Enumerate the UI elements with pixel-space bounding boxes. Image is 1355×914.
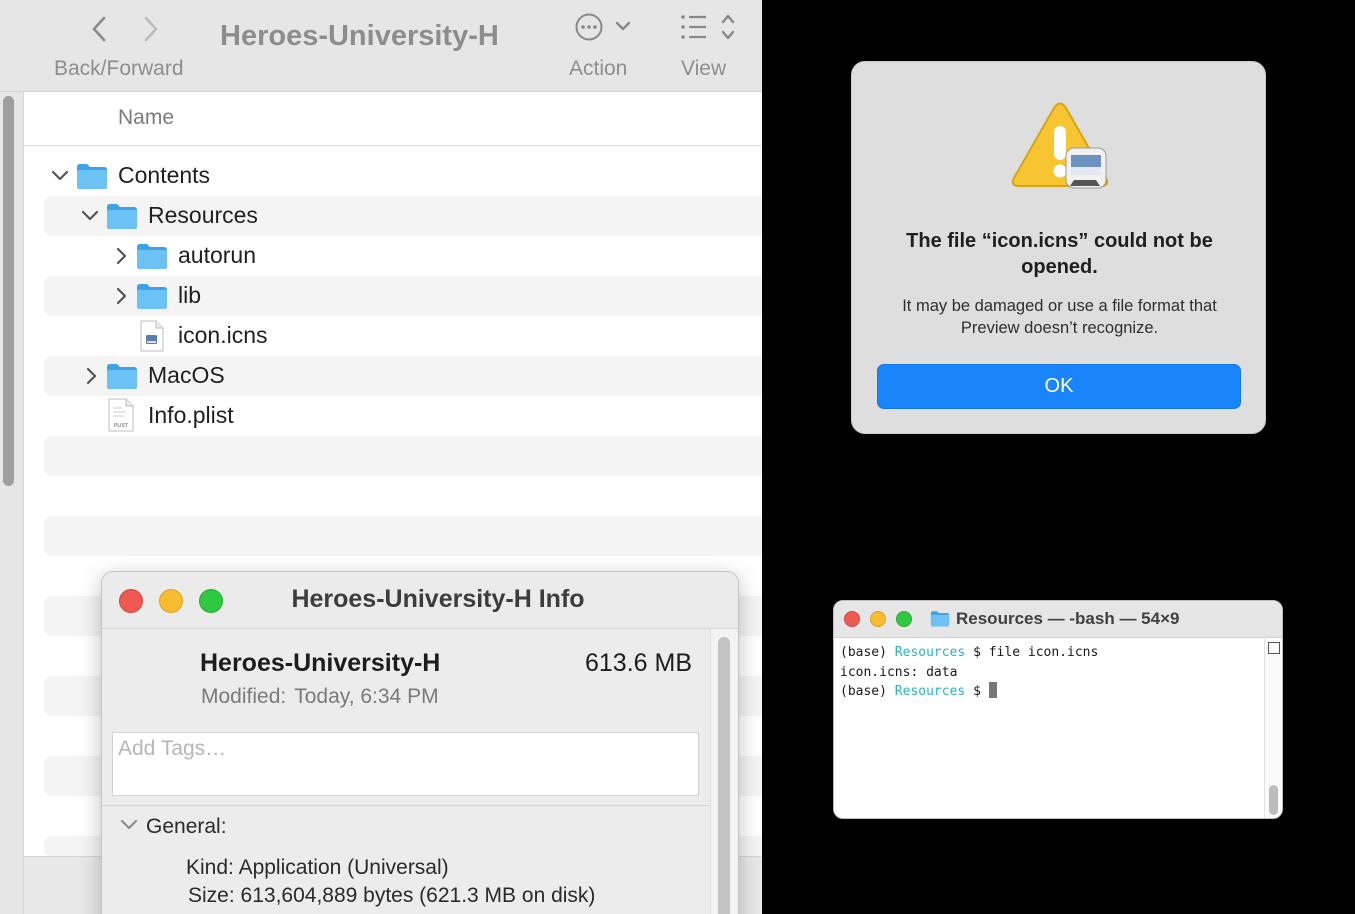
folder-icon bbox=[930, 611, 950, 627]
name-column-label: Name bbox=[118, 106, 175, 129]
ok-button[interactable]: OK bbox=[877, 364, 1241, 409]
general-section-toggle[interactable]: General: bbox=[146, 815, 227, 839]
finder-toolbar: Back/Forward Heroes-University-H Action … bbox=[0, 0, 762, 92]
prompt-dir: Resources bbox=[894, 684, 966, 699]
info-scrollbar[interactable] bbox=[710, 629, 738, 914]
tags-input[interactable]: Add Tags… bbox=[112, 732, 699, 796]
file-list: Contents Resources autorun lib icon.icns bbox=[24, 156, 762, 436]
kind-row: Kind: Application (Universal) bbox=[186, 856, 449, 880]
prompt-prefix: (base) bbox=[840, 645, 895, 660]
window-title: Heroes-University-H bbox=[220, 20, 499, 52]
list-item-resources[interactable]: Resources bbox=[24, 196, 762, 236]
zoom-button[interactable] bbox=[896, 611, 912, 627]
folder-icon bbox=[107, 204, 137, 229]
plist-badge: PLIST bbox=[114, 423, 128, 429]
terminal-output[interactable]: (base) Resources $ file icon.icns icon.i… bbox=[840, 643, 1098, 702]
terminal-title-text: Resources — -bash — 54×9 bbox=[956, 609, 1180, 628]
prompt-command: $ bbox=[965, 684, 989, 699]
list-item-macos[interactable]: MacOS bbox=[24, 356, 762, 396]
view-label: View bbox=[681, 57, 727, 80]
item-name: autorun bbox=[178, 242, 257, 268]
info-item-name: Heroes-University-H bbox=[200, 649, 441, 677]
chevron-down-icon[interactable] bbox=[120, 816, 138, 834]
scrollbar-thumb[interactable] bbox=[1269, 785, 1278, 815]
empty-row-stripe bbox=[44, 436, 762, 476]
minimize-button[interactable] bbox=[870, 611, 886, 627]
view-button[interactable] bbox=[680, 12, 742, 51]
sidebar-scrollbar[interactable] bbox=[3, 96, 14, 486]
chevron-right-icon[interactable] bbox=[82, 366, 102, 386]
alert-title: The file “icon.icns” could not be opened… bbox=[906, 230, 1213, 278]
split-marker-icon[interactable] bbox=[1268, 642, 1280, 654]
icns-file-icon bbox=[140, 320, 164, 352]
chevron-right-icon[interactable] bbox=[138, 14, 162, 44]
close-button[interactable] bbox=[844, 611, 860, 627]
prompt-prefix: (base) bbox=[840, 684, 895, 699]
terminal-line: icon.icns: data bbox=[840, 664, 958, 680]
terminal-scrollbar[interactable] bbox=[1264, 639, 1282, 818]
item-name: lib bbox=[178, 282, 202, 308]
chevron-right-icon[interactable] bbox=[112, 246, 132, 266]
prompt-command: $ file icon.icns bbox=[965, 645, 1099, 660]
item-name: MacOS bbox=[148, 362, 225, 388]
empty-row-stripe bbox=[44, 516, 762, 556]
list-item-autorun[interactable]: autorun bbox=[24, 236, 762, 276]
info-modified: Modified: Today, 6:34 PM bbox=[201, 685, 439, 709]
list-item-lib[interactable]: lib bbox=[24, 276, 762, 316]
back-forward-label: Back/Forward bbox=[54, 57, 184, 80]
size-value: 613,604,889 bytes (621.3 MB on disk) bbox=[240, 884, 596, 907]
item-name: Info.plist bbox=[148, 402, 234, 428]
text-cursor bbox=[988, 682, 997, 698]
chevron-down-icon[interactable] bbox=[50, 166, 70, 186]
kind-value: Application (Universal) bbox=[238, 856, 449, 879]
list-view-icon bbox=[681, 14, 735, 40]
action-label: Action bbox=[569, 57, 628, 80]
terminal-title: Resources — -bash — 54×9 bbox=[930, 609, 1179, 629]
warning-triangle-icon bbox=[1011, 102, 1109, 189]
chevron-down-icon[interactable] bbox=[80, 206, 100, 226]
folder-icon bbox=[77, 164, 107, 189]
modified-label: Modified: bbox=[201, 685, 287, 708]
ellipsis-circle-icon bbox=[575, 13, 631, 41]
chevron-left-icon[interactable] bbox=[88, 14, 112, 44]
prompt-dir: Resources bbox=[894, 645, 966, 660]
list-item-info-plist[interactable]: PLIST Info.plist bbox=[24, 396, 762, 436]
list-item-icon-icns[interactable]: icon.icns bbox=[24, 316, 762, 356]
folder-icon bbox=[137, 284, 167, 309]
item-name: Contents bbox=[118, 162, 211, 188]
modified-value: Today, 6:34 PM bbox=[294, 685, 439, 708]
info-titlebar[interactable]: Heroes-University-H Info bbox=[102, 572, 738, 629]
folder-icon bbox=[107, 364, 137, 389]
terminal-titlebar[interactable]: Resources — -bash — 54×9 bbox=[834, 601, 1282, 638]
alert-dialog: The file “icon.icns” could not be opened… bbox=[851, 61, 1266, 434]
item-name: icon.icns bbox=[178, 322, 268, 348]
size-label: Size: bbox=[188, 884, 235, 907]
alert-message: It may be damaged or use a file format t… bbox=[902, 297, 1217, 337]
folder-icon bbox=[137, 244, 167, 269]
terminal-line: (base) Resources $ bbox=[840, 682, 1098, 702]
terminal-line: (base) Resources $ file icon.icns bbox=[840, 643, 1098, 663]
back-forward-control bbox=[78, 8, 168, 48]
section-divider bbox=[102, 805, 709, 806]
size-row: Size: 613,604,889 bytes (621.3 MB on dis… bbox=[188, 884, 595, 908]
kind-label: Kind: bbox=[186, 856, 234, 879]
tags-placeholder: Add Tags… bbox=[118, 737, 227, 760]
action-button[interactable] bbox=[574, 10, 636, 51]
scrollbar-thumb[interactable] bbox=[718, 637, 730, 914]
plist-file-icon: PLIST bbox=[108, 398, 134, 432]
info-window: Heroes-University-H Info Heroes-Universi… bbox=[101, 571, 739, 914]
info-window-title: Heroes-University-H Info bbox=[291, 585, 585, 613]
chevron-right-icon[interactable] bbox=[112, 286, 132, 306]
info-item-size: 613.6 MB bbox=[584, 649, 692, 677]
terminal-window: Resources — -bash — 54×9 (base) Resource… bbox=[833, 600, 1283, 819]
list-item-contents[interactable]: Contents bbox=[24, 156, 762, 196]
name-column-header[interactable]: Name bbox=[24, 92, 762, 146]
item-name: Resources bbox=[148, 202, 258, 228]
